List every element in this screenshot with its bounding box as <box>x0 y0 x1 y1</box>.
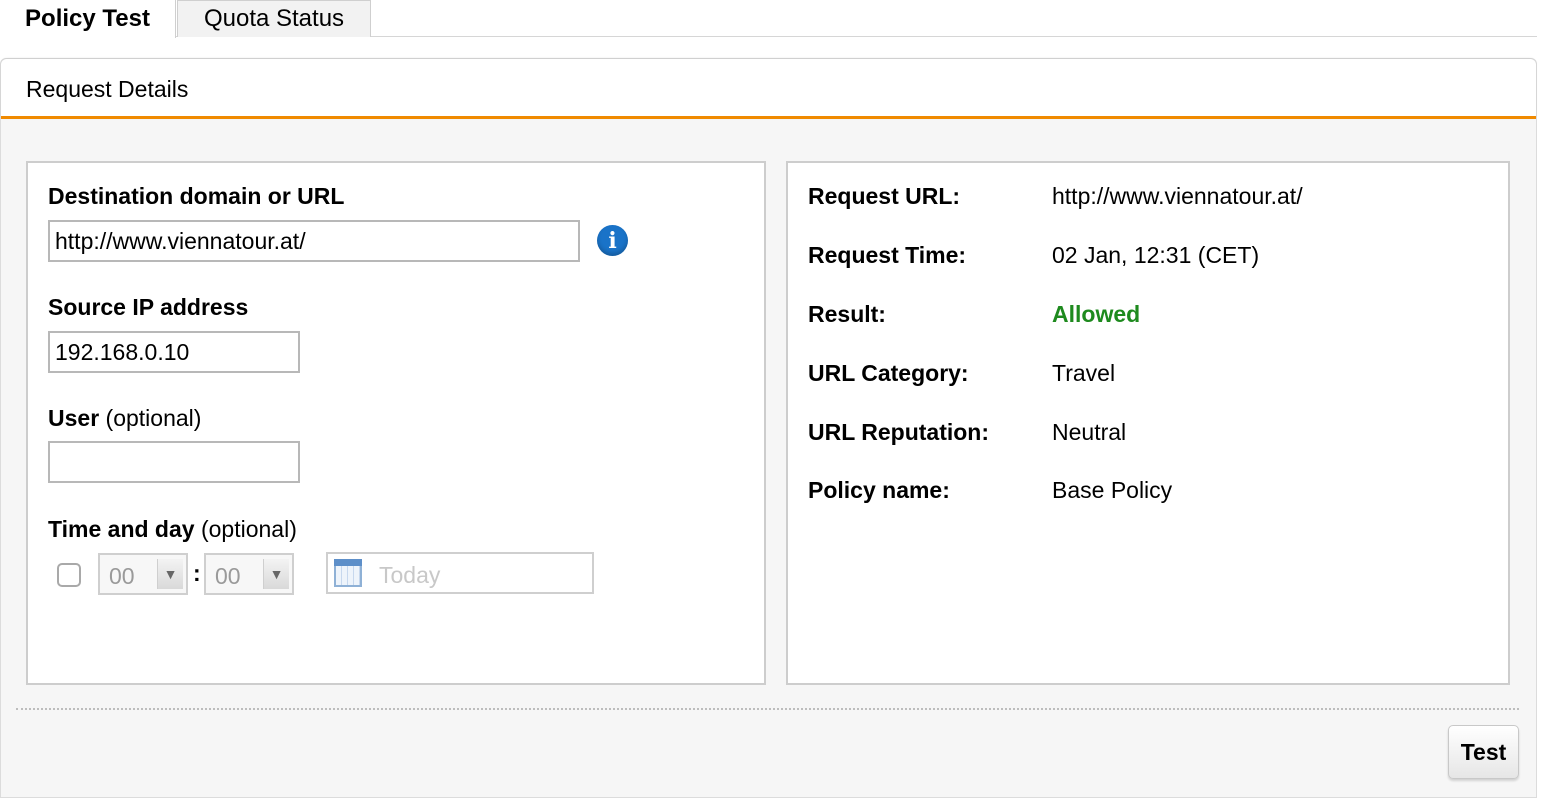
chevron-down-icon: ▼ <box>263 559 289 589</box>
hour-value: 00 <box>109 563 135 589</box>
time-label: Time and day (optional) <box>48 516 297 543</box>
request-url-value: http://www.viennatour.at/ <box>1052 183 1303 209</box>
info-icon[interactable]: i <box>597 225 628 256</box>
time-label-text: Time and day <box>48 516 195 542</box>
source-ip-label-text: Source IP address <box>48 294 249 320</box>
test-button[interactable]: Test <box>1448 725 1519 779</box>
minute-value: 00 <box>215 563 241 589</box>
url-category-value: Travel <box>1052 360 1116 386</box>
user-label-text: User <box>48 405 100 431</box>
user-label: User (optional) <box>48 405 201 432</box>
source-ip-label: Source IP address <box>48 294 248 321</box>
request-details-panel: Request Details Destination domain or UR… <box>0 58 1537 798</box>
url-category-label: URL Category: <box>808 360 969 386</box>
result-label: Result: <box>808 301 886 327</box>
destination-input[interactable] <box>48 220 580 262</box>
date-picker[interactable]: Today <box>326 552 594 594</box>
hour-select[interactable]: 00 ▼ <box>98 553 188 595</box>
calendar-icon[interactable] <box>334 559 362 587</box>
time-separator: : <box>193 560 201 586</box>
policy-name-value: Base Policy <box>1052 477 1173 503</box>
url-reputation-value: Neutral <box>1052 419 1127 445</box>
user-optional-text: (optional) <box>105 405 202 431</box>
user-input[interactable] <box>48 441 300 483</box>
panel-title: Request Details <box>26 76 189 102</box>
tab-quota-status[interactable]: Quota Status <box>177 0 371 37</box>
request-form: Destination domain or URL i Source IP ad… <box>26 161 766 685</box>
request-time-label: Request Time: <box>808 242 967 268</box>
tab-bar: Policy Test Quota Status <box>0 0 1537 38</box>
time-optional-text: (optional) <box>200 516 297 542</box>
result-value: Allowed <box>1052 301 1141 327</box>
time-enable-checkbox[interactable] <box>57 563 81 587</box>
policy-name-label: Policy name: <box>808 477 950 503</box>
result-details: Request URL: http://www.viennatour.at/ R… <box>786 161 1510 685</box>
destination-label: Destination domain or URL <box>48 183 344 210</box>
chevron-down-icon: ▼ <box>157 559 183 589</box>
request-url-label: Request URL: <box>808 183 961 209</box>
date-placeholder: Today <box>379 562 441 588</box>
minute-select[interactable]: 00 ▼ <box>204 553 294 595</box>
request-time-value: 02 Jan, 12:31 (CET) <box>1052 242 1260 268</box>
divider <box>16 708 1519 710</box>
source-ip-input[interactable] <box>48 331 300 373</box>
url-reputation-label: URL Reputation: <box>808 419 990 445</box>
tab-policy-test[interactable]: Policy Test <box>0 0 176 38</box>
panel-header: Request Details <box>1 59 1536 119</box>
destination-label-text: Destination domain or URL <box>48 183 345 209</box>
